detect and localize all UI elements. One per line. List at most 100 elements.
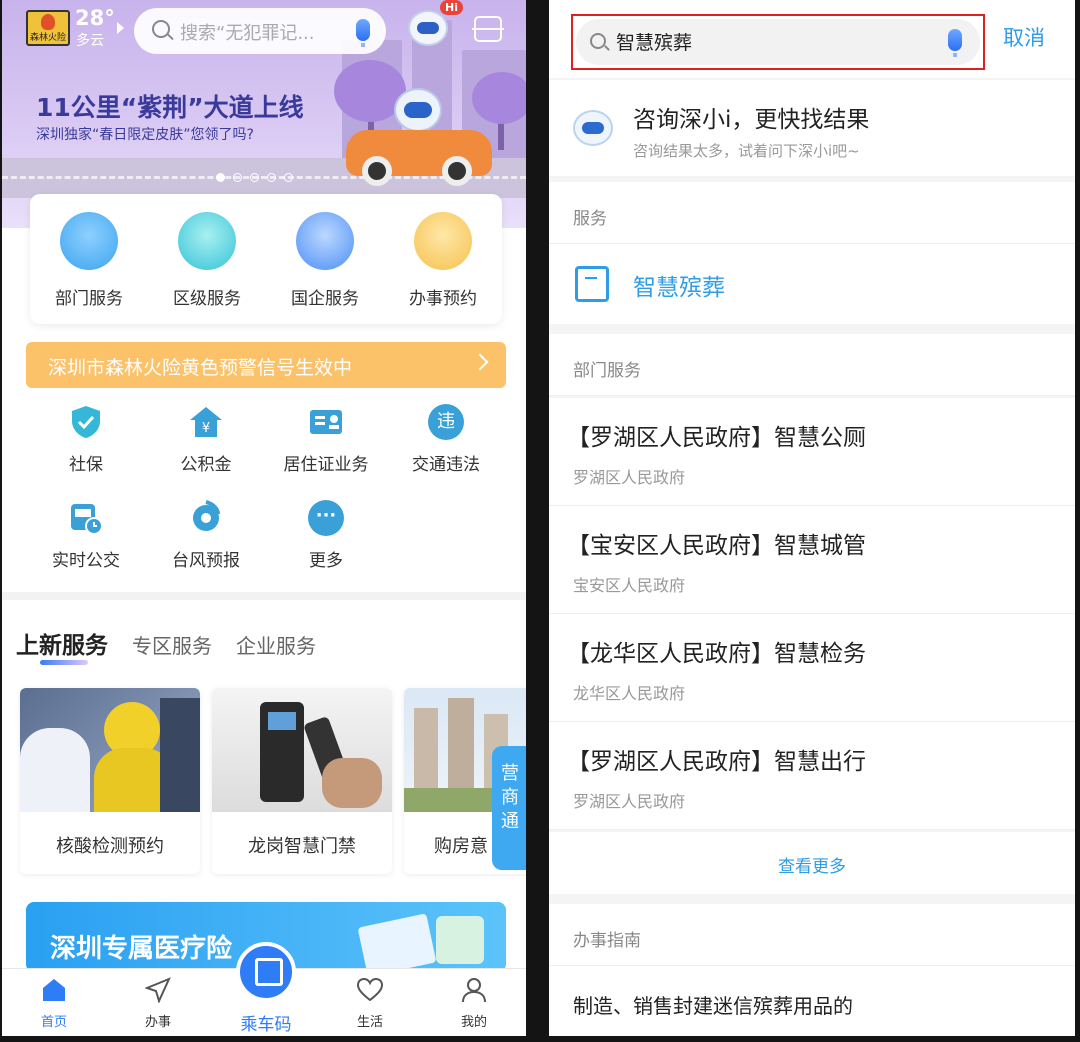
grid-item-label: 社保 — [69, 455, 103, 475]
smart-gate-photo — [212, 688, 392, 812]
business-pass-tag[interactable]: 营商通 — [492, 746, 526, 870]
tab-enterprise-services[interactable]: 企业服务 — [236, 630, 316, 659]
tab-zone-services[interactable]: 专区服务 — [132, 630, 212, 659]
quick-service-district[interactable]: 区级服务 — [157, 212, 257, 324]
service-card-nucleic-test[interactable]: 核酸检测预约 — [20, 688, 200, 874]
mascot-robot — [394, 88, 442, 132]
temperature: 28° — [75, 6, 115, 30]
weather-text: 多云 — [76, 33, 104, 49]
nav-life[interactable]: 生活 — [340, 977, 400, 1030]
ride-code-button[interactable] — [236, 942, 296, 1002]
ai-prompt-subtitle: 咨询结果太多，试着问下深小i吧~ — [633, 142, 860, 160]
service-card-smart-gate[interactable]: 龙岗智慧门禁 — [212, 688, 392, 874]
hi-badge: Hi — [440, 0, 463, 15]
search-input[interactable]: 智慧殡葬 — [576, 19, 980, 65]
violation-icon: 违 — [428, 404, 464, 440]
assistant-robot-icon — [573, 110, 613, 146]
quick-service-department[interactable]: 部门服务 — [39, 212, 139, 324]
promo-title: 深圳专属医疗险 — [50, 934, 233, 964]
ai-assistant-prompt[interactable]: 咨询深小i，更快找结果 咨询结果太多，试着问下深小i吧~ — [549, 80, 1075, 176]
quick-service-label: 国企服务 — [291, 289, 359, 309]
grid-item-label: 公积金 — [180, 455, 232, 475]
id-card-icon — [308, 404, 344, 440]
grid-item-typhoon[interactable]: 台风预报 — [146, 500, 266, 571]
carousel-dots[interactable] — [216, 173, 293, 182]
quick-services-card: 部门服务 区级服务 国企服务 办事预约 — [30, 194, 502, 324]
quick-service-appointment[interactable]: 办事预约 — [393, 212, 493, 324]
carousel-dot[interactable] — [250, 173, 259, 182]
search-icon — [590, 33, 606, 49]
grid-item-traffic-violation[interactable]: 违 交通违法 — [386, 404, 506, 475]
caret-right-icon[interactable] — [117, 22, 124, 34]
grid-item-realtime-bus[interactable]: 实时公交 — [26, 500, 146, 571]
result-row[interactable]: 【宝安区人民政府】智慧城管 宝安区人民政府 — [549, 506, 1075, 614]
service-result-item[interactable]: 智慧殡葬 — [549, 244, 1075, 324]
section-divider — [2, 592, 526, 600]
fire-risk-badge[interactable]: 森林火险 — [26, 10, 70, 46]
search-query[interactable]: 智慧殡葬 — [616, 28, 692, 55]
result-row[interactable]: 【罗湖区人民政府】智慧出行 罗湖区人民政府 — [549, 722, 1075, 830]
business-pass-label: 营商通 — [501, 763, 519, 832]
send-arrow-icon — [144, 977, 171, 1004]
guide-result-item[interactable]: 制造、销售封建迷信殡葬用品的 — [549, 966, 1075, 1036]
grid-item-housing-fund[interactable]: ¥ 公积金 — [146, 404, 266, 475]
carousel-dot[interactable] — [233, 173, 242, 182]
section-heading-guide: 办事指南 — [549, 904, 1075, 966]
quick-service-soe[interactable]: 国企服务 — [275, 212, 375, 324]
cancel-button[interactable]: 取消 — [1003, 22, 1045, 52]
home-screen: 森林火险 28° 多云 搜索“无犯罪记... Hi 11公里“紫荆”大道上线 深… — [2, 0, 526, 1036]
grid-item-residence-permit[interactable]: 居住证业务 — [266, 404, 386, 475]
carousel-dot[interactable] — [216, 173, 225, 182]
grid-item-label: 实时公交 — [52, 551, 120, 571]
view-more-link[interactable]: 查看更多 — [549, 832, 1075, 894]
result-row[interactable]: 【罗湖区人民政府】智慧公厕 罗湖区人民政府 — [549, 398, 1075, 506]
carousel-dot[interactable] — [284, 173, 293, 182]
grid-item-label: 居住证业务 — [283, 455, 369, 475]
grid-item-more[interactable]: ··· 更多 — [266, 500, 386, 571]
ai-prompt-title: 咨询深小i，更快找结果 — [633, 107, 870, 133]
nav-label: 首页 — [40, 1015, 67, 1030]
grid-item-label: 交通违法 — [412, 455, 480, 475]
search-bar[interactable]: 搜索“无犯罪记... — [134, 8, 386, 54]
search-highlight-box: 智慧殡葬 — [571, 14, 985, 70]
result-source: 罗湖区人民政府 — [573, 468, 686, 487]
nav-label: 生活 — [356, 1015, 383, 1030]
typhoon-icon — [188, 500, 224, 536]
result-source: 罗湖区人民政府 — [573, 792, 686, 811]
chevron-right-icon — [471, 353, 489, 371]
result-source: 宝安区人民政府 — [573, 576, 686, 595]
carousel-dot[interactable] — [267, 173, 276, 182]
section-heading-department: 部门服务 — [549, 334, 1075, 396]
microphone-icon[interactable] — [948, 29, 962, 57]
fire-warning-alert[interactable]: 深圳市森林火险黄色预警信号生效中 — [26, 342, 506, 388]
nav-tasks[interactable]: 办事 — [128, 977, 188, 1030]
microphone-icon[interactable] — [356, 19, 370, 47]
result-title: 【宝安区人民政府】智慧城管 — [567, 533, 866, 559]
department-service-icon — [60, 212, 118, 270]
more-icon: ··· — [308, 500, 344, 536]
banner-subtitle: 深圳独家“春日限定皮肤”您领了吗? — [36, 127, 254, 143]
nav-label: 办事 — [144, 1015, 171, 1030]
section-heading-services: 服务 — [549, 182, 1075, 244]
grid-item-social-security[interactable]: 社保 — [26, 404, 146, 475]
ride-code-label[interactable]: 乘车码 — [228, 1010, 304, 1035]
grid-item-label: 更多 — [309, 551, 343, 571]
tab-new-services[interactable]: 上新服务 — [16, 626, 108, 660]
home-icon — [41, 977, 67, 1003]
nav-home[interactable]: 首页 — [24, 977, 84, 1030]
search-results-screen: 智慧殡葬 取消 咨询深小i，更快找结果 咨询结果太多，试着问下深小i吧~ 服务 … — [549, 0, 1075, 1036]
more-glyph: ··· — [315, 505, 337, 526]
quick-service-label: 部门服务 — [55, 289, 123, 309]
violation-glyph: 违 — [437, 411, 455, 432]
alert-text: 深圳市森林火险黄色预警信号生效中 — [48, 357, 353, 379]
nav-mine[interactable]: 我的 — [444, 977, 504, 1030]
banner-title: 11公里“紫荆”大道上线 — [36, 93, 304, 122]
scan-icon[interactable] — [472, 16, 504, 42]
bus-clock-icon — [68, 500, 104, 536]
quick-service-label: 区级服务 — [173, 289, 241, 309]
service-doc-icon — [575, 266, 609, 302]
result-row[interactable]: 【龙华区人民政府】智慧检务 龙华区人民政府 — [549, 614, 1075, 722]
search-placeholder: 搜索“无犯罪记... — [180, 23, 315, 44]
assistant-robot-icon[interactable] — [408, 10, 448, 46]
fire-icon — [41, 14, 55, 30]
